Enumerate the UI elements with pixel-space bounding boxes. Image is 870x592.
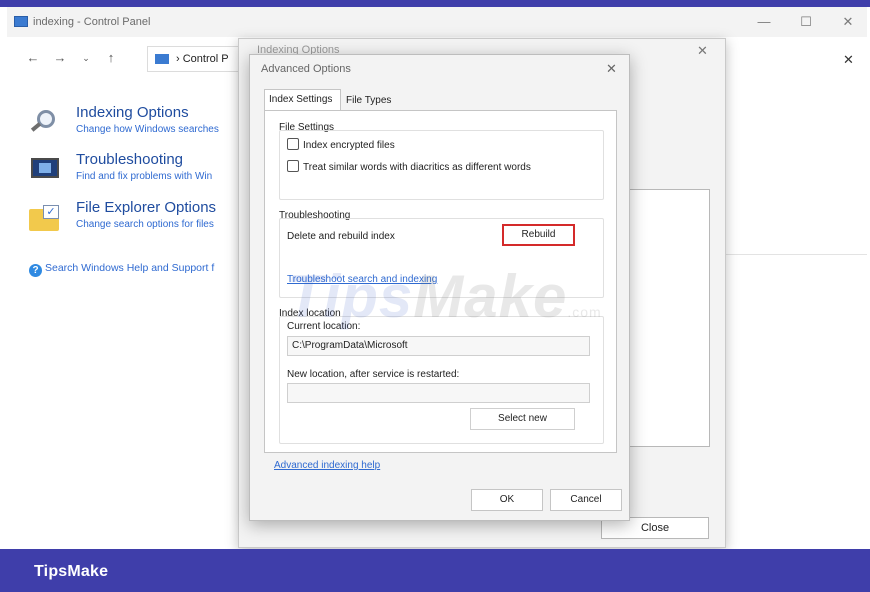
troubleshoot-search-link[interactable]: Troubleshoot search and indexing	[287, 274, 437, 285]
forward-arrow-icon[interactable]: →	[51, 50, 69, 65]
tipsmake-banner: TipsMake	[0, 549, 870, 592]
advanced-indexing-help-link[interactable]: Advanced indexing help	[274, 460, 380, 471]
breadcrumb[interactable]: › Control P	[176, 53, 229, 65]
window-title: indexing - Control Panel	[33, 16, 151, 28]
help-icon: ?	[29, 264, 42, 277]
result-title[interactable]: Indexing Options	[76, 104, 189, 121]
troubleshooting-icon	[29, 155, 63, 183]
index-encrypted-checkbox[interactable]	[287, 138, 299, 150]
maximize-button[interactable]: ☐	[793, 13, 819, 31]
new-location-field	[287, 383, 590, 403]
windows-help-link[interactable]: ? Search Windows Help and Support f	[29, 262, 214, 277]
title-bar: indexing - Control Panel — ☐ ✕	[7, 7, 867, 37]
banner-brand: TipsMake	[34, 563, 109, 580]
top-strip	[0, 0, 870, 7]
minimize-button[interactable]: —	[751, 13, 777, 31]
index-encrypted-label[interactable]: Index encrypted files	[303, 140, 395, 151]
result-title[interactable]: Troubleshooting	[76, 151, 183, 168]
rebuild-button[interactable]: Rebuild	[502, 224, 575, 246]
new-location-label: New location, after service is restarted…	[287, 369, 460, 380]
up-arrow-icon[interactable]: ↑	[102, 50, 120, 65]
clear-search-icon[interactable]: ✕	[843, 52, 854, 68]
advanced-options-close-icon[interactable]: ✕	[606, 61, 617, 77]
index-encrypted-option[interactable]: Index encrypted files	[287, 138, 395, 151]
close-window-button[interactable]: ✕	[835, 13, 861, 31]
advanced-options-dialog: Advanced Options ✕ Index Settings File T…	[249, 54, 630, 521]
result-description[interactable]: Change search options for files	[76, 219, 214, 230]
help-link-text[interactable]: Search Windows Help and Support f	[45, 262, 214, 274]
diacritics-label[interactable]: Treat similar words with diacritics as d…	[303, 162, 531, 173]
cancel-button[interactable]: Cancel	[550, 489, 622, 511]
index-settings-panel: File Settings Index encrypted files Trea…	[264, 110, 617, 453]
result-description[interactable]: Change how Windows searches	[76, 124, 219, 135]
control-panel-small-icon	[155, 54, 169, 64]
back-arrow-icon[interactable]: ←	[24, 50, 42, 65]
result-description[interactable]: Find and fix problems with Win	[76, 171, 212, 182]
indexing-options-icon	[29, 108, 63, 136]
ok-button[interactable]: OK	[471, 489, 543, 511]
recent-locations-chevron-icon[interactable]: ⌄	[77, 53, 95, 64]
divider	[713, 254, 867, 255]
current-location-field: C:\ProgramData\Microsoft	[287, 336, 590, 356]
current-location-label: Current location:	[287, 321, 361, 332]
advanced-options-title: Advanced Options	[261, 63, 351, 75]
result-title[interactable]: File Explorer Options	[76, 199, 216, 216]
control-panel-icon	[14, 16, 28, 27]
tab-index-settings[interactable]: Index Settings	[264, 89, 341, 111]
diacritics-option[interactable]: Treat similar words with diacritics as d…	[287, 160, 531, 173]
indexing-options-close-icon[interactable]: ✕	[697, 43, 708, 59]
rebuild-description: Delete and rebuild index	[287, 231, 395, 242]
select-new-button[interactable]: Select new	[470, 408, 575, 430]
file-explorer-options-icon: ✓	[29, 203, 63, 231]
diacritics-checkbox[interactable]	[287, 160, 299, 172]
